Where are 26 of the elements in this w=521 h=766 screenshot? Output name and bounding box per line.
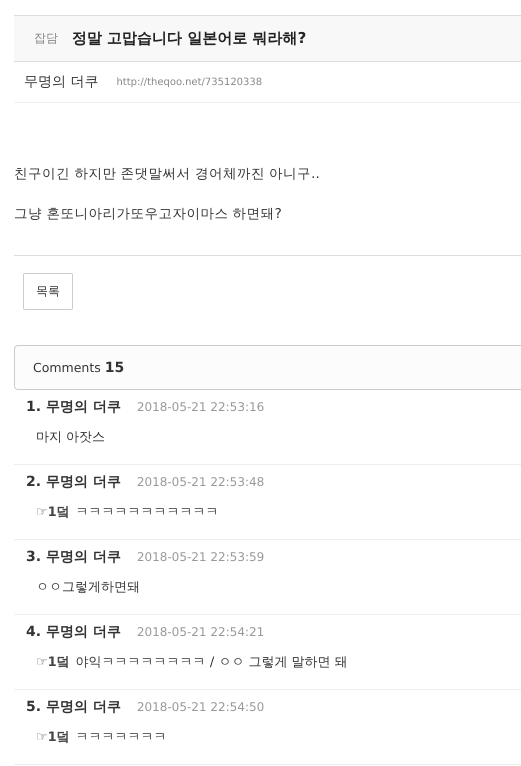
comment-author: 3. 무명의 더쿠 <box>26 548 121 566</box>
comment-text: ㅋㅋㅋㅋㅋㅋㅋ <box>76 729 167 746</box>
comment-time: 2018-05-21 22:53:16 <box>136 400 264 414</box>
comment-time: 2018-05-21 22:53:48 <box>136 475 264 489</box>
post-title: 정말 고맙습니다 일본어로 뭐라해? <box>72 29 306 48</box>
reply-mention[interactable]: ☞1덬 <box>36 503 70 521</box>
comment-author: 4. 무명의 더쿠 <box>26 623 121 641</box>
comment-author: 5. 무명의 더쿠 <box>26 698 121 716</box>
comment-author: 1. 무명의 더쿠 <box>26 398 121 416</box>
comment-author: 2. 무명의 더쿠 <box>26 473 121 491</box>
comment-time: 2018-05-21 22:53:59 <box>136 550 264 564</box>
comment-time: 2018-05-21 22:54:50 <box>136 700 264 714</box>
list-button[interactable]: 목록 <box>23 273 73 310</box>
post-paragraph: 친구이긴 하지만 존댓말써서 경어체까진 아니구.. <box>14 165 321 183</box>
reply-mention[interactable]: ☞1덬 <box>36 728 70 746</box>
comment-text: ㅋㅋㅋㅋㅋㅋㅋㅋㅋㅋㅋ <box>76 504 219 521</box>
post-paragraph: 그냥 혼또니아리가또우고자이마스 하면돼? <box>14 205 283 223</box>
reply-mention[interactable]: ☞1덬 <box>36 653 70 671</box>
post-url[interactable]: http://theqoo.net/735120338 <box>116 76 262 88</box>
comment-time: 2018-05-21 22:54:21 <box>136 625 264 639</box>
comment-text: 야익ㅋㅋㅋㅋㅋㅋㅋㅋ / ㅇㅇ 그렇게 말하면 돼 <box>76 654 348 671</box>
comments-label: Comments <box>33 360 101 375</box>
comment-text: ㅇㅇ그렇게하면돼 <box>36 579 140 596</box>
comment-text: 마지 아잣스 <box>36 429 106 446</box>
comments-count: 15 <box>104 360 124 376</box>
author-name: 무명의 더쿠 <box>24 73 98 91</box>
